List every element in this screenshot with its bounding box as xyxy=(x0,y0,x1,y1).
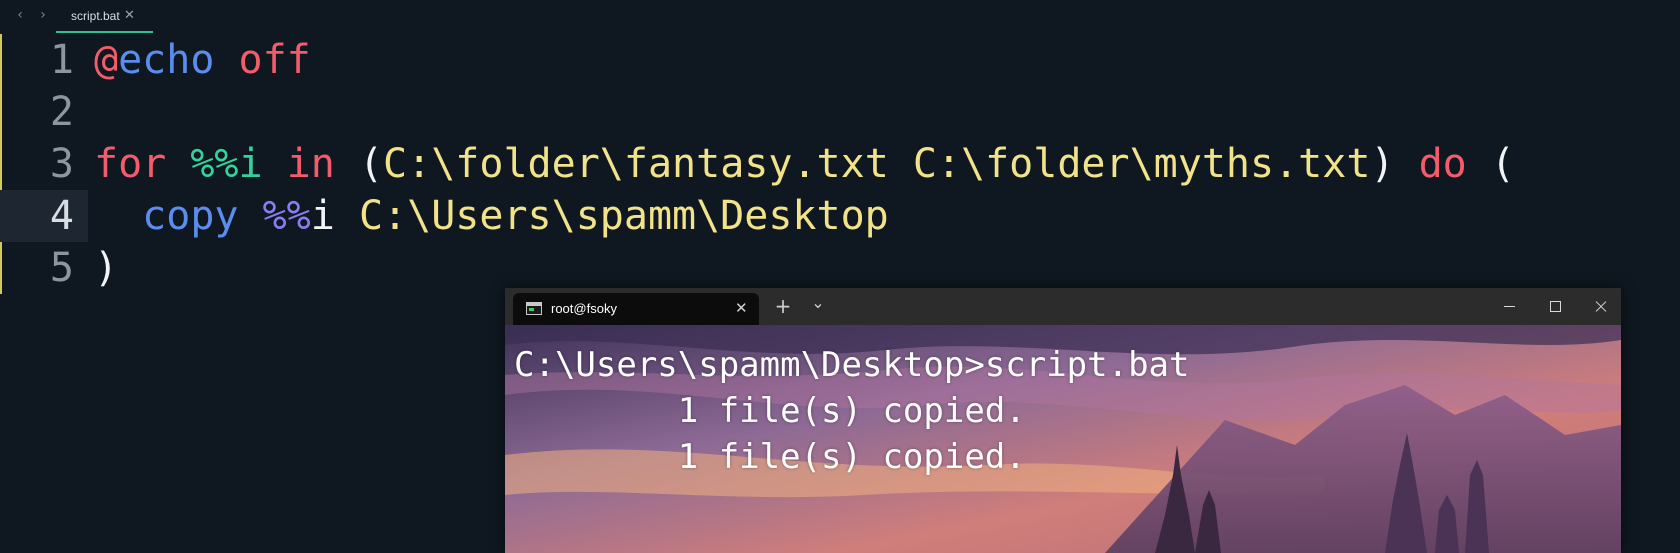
code-line[interactable]: 3 for %%i in (C:\folder\fantasy.txt C:\fo… xyxy=(0,138,1680,190)
code-line[interactable]: 1 @echo off xyxy=(0,34,1680,86)
chevron-down-icon[interactable]: ⌄ xyxy=(807,293,829,313)
terminal-line: 1 file(s) copied. xyxy=(514,437,1026,477)
code-token: in xyxy=(286,141,335,187)
terminal-tab[interactable]: root@fsoky ✕ xyxy=(513,293,759,325)
line-number: 1 xyxy=(49,37,74,83)
code-line[interactable]: 2 xyxy=(0,86,1680,138)
line-number: 2 xyxy=(49,89,74,135)
command-prompt-icon xyxy=(526,302,542,315)
terminal-tab-label: root@fsoky xyxy=(551,301,617,316)
code-text: for %%i in (C:\folder\fantasy.txt C:\fol… xyxy=(94,138,1515,190)
code-token: echo xyxy=(118,37,215,83)
code-token: ) xyxy=(94,245,119,291)
code-token: off xyxy=(238,37,311,83)
close-tab-icon[interactable]: ✕ xyxy=(735,299,748,317)
terminal-title-bar[interactable]: root@fsoky ✕ + ⌄ xyxy=(505,288,1621,325)
forward-arrow-icon[interactable]: › xyxy=(35,7,51,23)
code-token: @ xyxy=(94,37,119,83)
terminal-output-area[interactable]: C:\Users\spamm\Desktop>script.bat 1 file… xyxy=(505,325,1621,553)
code-line[interactable]: 4 copy %%i C:\Users\spamm\Desktop xyxy=(0,190,1680,242)
code-text: ) xyxy=(94,242,118,294)
code-token: C:\folder\fantasy.txt C:\folder\myths.tx… xyxy=(383,141,1371,187)
minimize-button[interactable] xyxy=(1486,288,1532,325)
code-token: for xyxy=(94,141,167,187)
code-line[interactable]: 5) xyxy=(0,242,1680,294)
code-token: do xyxy=(1418,141,1467,187)
code-text: @echo off xyxy=(94,34,311,86)
terminal-line: C:\Users\spamm\Desktop>script.bat xyxy=(514,345,1190,385)
back-arrow-icon[interactable]: ‹ xyxy=(12,7,28,23)
desktop-screen: ‹ › script.bat ✕ 1 @echo off 2 3 for %%i in … xyxy=(0,0,1680,553)
code-token: ( xyxy=(358,141,384,187)
code-text: copy %%i C:\Users\spamm\Desktop xyxy=(94,190,889,242)
line-number: 5 xyxy=(49,245,74,291)
editor-tab-script-bat[interactable]: script.bat ✕ xyxy=(56,0,153,33)
line-gutter: 4 xyxy=(0,190,88,242)
close-window-button[interactable] xyxy=(1578,288,1621,325)
terminal-line: 1 file(s) copied. xyxy=(514,391,1026,431)
code-token: %%i xyxy=(190,141,263,187)
line-gutter: 5 xyxy=(0,242,88,294)
code-token: i xyxy=(310,193,335,239)
editor-tab-label: script.bat xyxy=(71,9,120,23)
line-number: 3 xyxy=(49,141,74,187)
code-token: ) xyxy=(1370,141,1419,187)
line-gutter: 2 xyxy=(0,86,88,138)
code-token: %% xyxy=(262,193,311,239)
line-gutter: 3 xyxy=(0,138,88,190)
terminal-window[interactable]: root@fsoky ✕ + ⌄ C:\Users\spamm\Desktop>… xyxy=(505,288,1621,553)
line-gutter: 1 xyxy=(0,34,88,86)
code-token: C:\Users\spamm\Desktop xyxy=(358,193,889,239)
close-icon[interactable]: ✕ xyxy=(124,8,135,23)
code-token: copy xyxy=(142,193,239,239)
maximize-button[interactable] xyxy=(1532,288,1578,325)
code-token: ( xyxy=(1466,141,1515,187)
new-tab-button[interactable]: + xyxy=(772,296,794,316)
editor-tab-bar: ‹ › script.bat ✕ xyxy=(0,0,1680,34)
line-number: 4 xyxy=(49,193,74,239)
